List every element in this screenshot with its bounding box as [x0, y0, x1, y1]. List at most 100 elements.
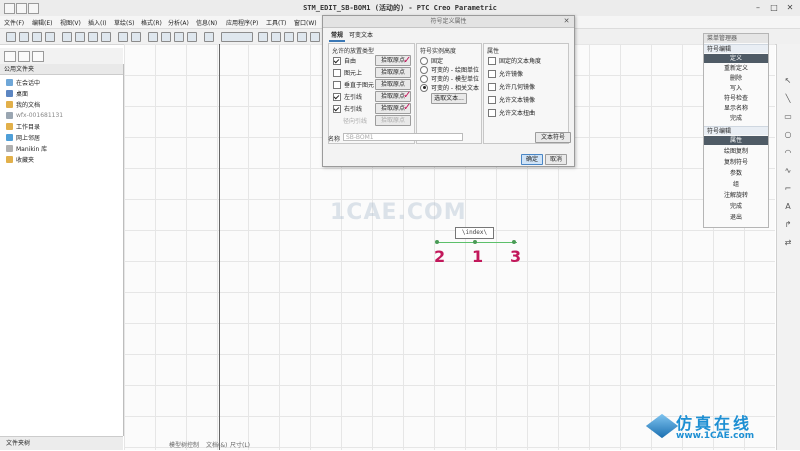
placement-row-normal[interactable]: 垂直于图元 — [333, 80, 374, 89]
placement-row-left-leader[interactable]: 左引线 — [333, 92, 362, 101]
email-icon[interactable] — [62, 32, 72, 42]
height-option-fixed[interactable]: 固定 — [420, 56, 443, 65]
offset-icon[interactable]: ↱ — [783, 220, 793, 230]
copy-icon[interactable] — [88, 32, 98, 42]
menu-item-group[interactable]: 组 — [704, 180, 768, 189]
menu-edit[interactable]: 编辑(E) — [32, 18, 52, 27]
model-units-radio[interactable] — [420, 74, 428, 83]
zoom-out-icon[interactable] — [271, 32, 281, 42]
origin-point-right[interactable] — [512, 240, 516, 244]
nav-item-in-session[interactable]: 在会话中 — [6, 78, 40, 87]
menu-file[interactable]: 文件(F) — [4, 18, 24, 27]
circle-icon[interactable]: ○ — [783, 130, 793, 140]
undo-icon[interactable] — [118, 32, 128, 42]
find-icon[interactable] — [161, 32, 171, 42]
nav-item-working-directory[interactable]: 工作目录 — [6, 122, 40, 131]
status-dimension[interactable]: 尺寸(L) — [230, 440, 250, 449]
select-text-button[interactable]: 选取文本... — [431, 93, 467, 104]
nav-item-network[interactable]: 网上邻居 — [6, 133, 40, 142]
text-symbol-button[interactable]: 文本符号 — [535, 132, 571, 143]
cut-icon[interactable] — [75, 32, 85, 42]
minimize-button[interactable]: – — [751, 2, 765, 13]
prop-fixed-text-angle[interactable]: 固定的文本角度 — [488, 56, 541, 65]
fixed-text-angle-checkbox[interactable] — [488, 56, 496, 65]
print-icon[interactable] — [45, 32, 55, 42]
menu-window[interactable]: 窗口(W) — [294, 18, 317, 27]
right-leader-checkbox[interactable] — [333, 104, 341, 113]
cancel-button[interactable]: 取消 — [545, 154, 567, 165]
menu-item-show-name[interactable]: 显示名称 — [704, 104, 768, 113]
menu-item-draw-copy[interactable]: 绘图复制 — [704, 147, 768, 156]
allow-text-mirror-checkbox[interactable] — [488, 95, 496, 104]
arc-icon[interactable]: ◠ — [783, 148, 793, 158]
menu-item-define[interactable]: 定义 — [704, 54, 768, 63]
binoculars-icon[interactable] — [204, 32, 214, 42]
menu-item-note-rotate[interactable]: 注解旋转 — [704, 191, 768, 200]
menu-item-redefine[interactable]: 重新定义 — [704, 64, 768, 73]
menu-item-quit[interactable]: 退出 — [704, 213, 768, 222]
folder-tab-icon[interactable] — [18, 51, 30, 62]
redo-icon[interactable] — [131, 32, 141, 42]
menu-format[interactable]: 格式(R) — [141, 18, 162, 27]
spline-icon[interactable]: ∿ — [783, 166, 793, 176]
close-icon[interactable]: ✕ — [562, 17, 571, 26]
placement-row-right-leader[interactable]: 右引线 — [333, 104, 362, 113]
menu-item-attributes[interactable]: 属性 — [704, 136, 768, 145]
maximize-button[interactable]: □ — [767, 2, 781, 13]
menu-tools[interactable]: 工具(T) — [266, 18, 286, 27]
close-button[interactable]: ✕ — [783, 2, 797, 13]
placement-row-free[interactable]: 自由 — [333, 56, 356, 65]
zoom-in-icon[interactable] — [258, 32, 268, 42]
menu-section-symbol-edit[interactable]: 符号编辑 — [704, 44, 768, 53]
line-icon[interactable]: ╲ — [783, 94, 793, 104]
placement-row-on-entity[interactable]: 图元上 — [333, 68, 362, 77]
nav-item-manikin[interactable]: Manikin 库 — [6, 144, 47, 153]
model-tree-tab-icon[interactable] — [4, 51, 16, 62]
pick-origin-entity-button[interactable]: 拾取原点 — [375, 67, 411, 78]
repaint-icon[interactable] — [297, 32, 307, 42]
allow-text-warp-checkbox[interactable] — [488, 108, 496, 117]
status-document[interactable]: 文档(&) — [206, 440, 227, 449]
select-arrow-icon[interactable]: ↖ — [783, 76, 793, 86]
menu-item-symbol-check[interactable]: 符号检查 — [704, 94, 768, 103]
left-leader-checkbox[interactable] — [333, 92, 341, 101]
menu-item-delete[interactable]: 删除 — [704, 74, 768, 83]
ok-button[interactable]: 确定 — [521, 154, 543, 165]
drawing-units-radio[interactable] — [420, 65, 428, 74]
refit-icon[interactable] — [284, 32, 294, 42]
tab-variable-text[interactable]: 可变文本 — [347, 31, 375, 40]
menu-item-write[interactable]: 写入 — [704, 84, 768, 93]
save-icon[interactable] — [32, 32, 42, 42]
nav-item-favorites[interactable]: 收藏夹 — [6, 155, 34, 164]
chamfer-icon[interactable]: ⌐ — [783, 184, 793, 194]
menu-view[interactable]: 视图(V) — [60, 18, 81, 27]
symbol-text[interactable]: \index\ — [455, 227, 494, 239]
tab-general[interactable]: 常规 — [329, 31, 346, 42]
new-icon[interactable] — [6, 32, 16, 42]
menu-item-parameters[interactable]: 参数 — [704, 169, 768, 178]
favorites-tab-icon[interactable] — [32, 51, 44, 62]
height-option-related-text[interactable]: 可变的 - 相关文本 — [420, 83, 479, 92]
allow-mirror-checkbox[interactable] — [488, 69, 496, 78]
menu-analysis[interactable]: 分析(A) — [168, 18, 189, 27]
free-checkbox[interactable] — [333, 56, 341, 65]
menu-item-done-1[interactable]: 完成 — [704, 114, 768, 123]
on-entity-checkbox[interactable] — [333, 68, 341, 77]
height-option-drawing-units[interactable]: 可变的 - 绘图单位 — [420, 65, 479, 74]
rectangle-icon[interactable]: ▭ — [783, 112, 793, 122]
nav-item-desktop[interactable]: 桌面 — [6, 89, 28, 98]
pan-icon[interactable] — [187, 32, 197, 42]
height-option-model-units[interactable]: 可变的 - 模型单位 — [420, 74, 479, 83]
layers-icon[interactable] — [310, 32, 320, 42]
select-icon[interactable] — [174, 32, 184, 42]
menu-sketch[interactable]: 草绘(S) — [114, 18, 135, 27]
prop-allow-geometry-mirror[interactable]: 允许几何镜像 — [488, 82, 535, 91]
origin-point-left[interactable] — [435, 240, 439, 244]
menu-item-done-2[interactable]: 完成 — [704, 202, 768, 211]
nav-item-my-documents[interactable]: 我的文档 — [6, 100, 40, 109]
menu-insert[interactable]: 插入(I) — [88, 18, 106, 27]
regenerate-icon[interactable] — [148, 32, 158, 42]
folder-tree-toggle[interactable]: 文件夹树 — [0, 436, 123, 450]
paste-icon[interactable] — [101, 32, 111, 42]
open-icon[interactable] — [19, 32, 29, 42]
